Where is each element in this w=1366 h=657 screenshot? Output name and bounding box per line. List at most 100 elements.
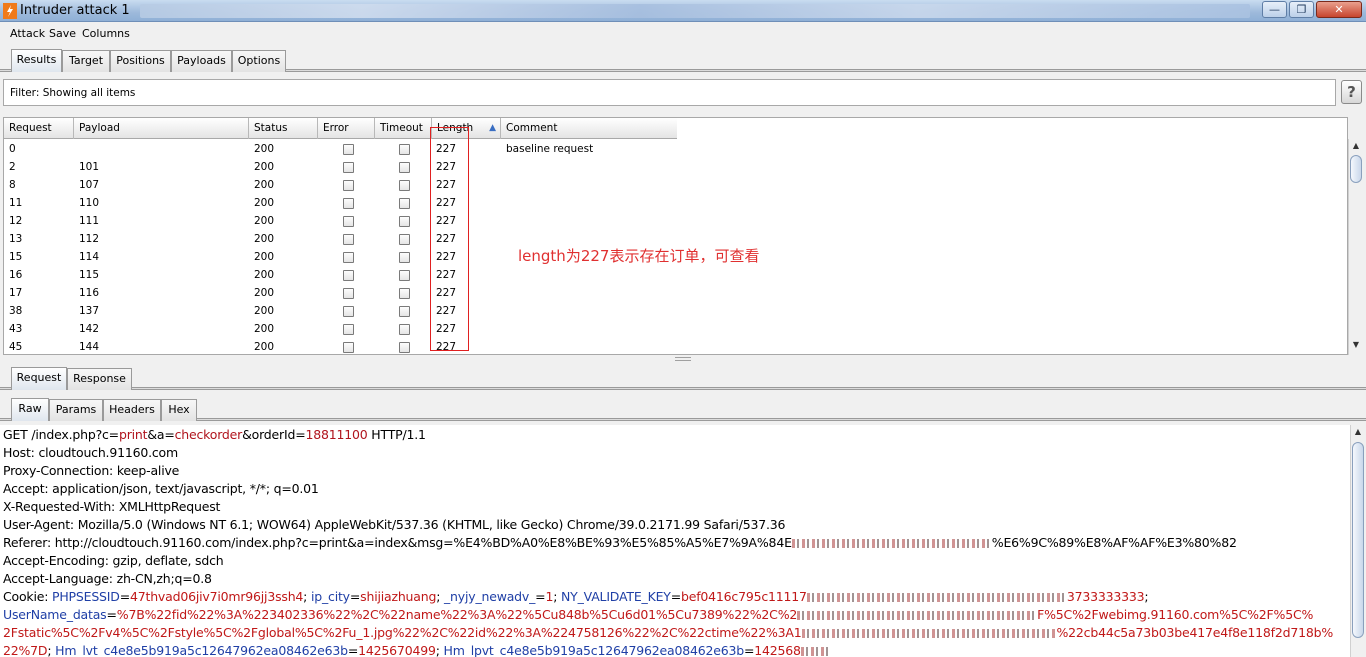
cell-request: 17 bbox=[9, 287, 23, 299]
timeout-checkbox bbox=[399, 252, 410, 263]
tab-payloads[interactable]: Payloads bbox=[171, 50, 232, 72]
error-checkbox bbox=[343, 234, 354, 245]
table-row[interactable]: 12 111 200 227 bbox=[4, 212, 677, 230]
cell-payload: 110 bbox=[79, 197, 100, 209]
table-row[interactable]: 8 107 200 227 bbox=[4, 176, 677, 194]
col-request[interactable]: Request bbox=[4, 118, 74, 139]
request-line: GET /index.php?c=print&a=checkorder&orde… bbox=[3, 427, 426, 442]
cell-length: 227 bbox=[436, 323, 457, 335]
scroll-down-icon[interactable]: ▼ bbox=[1350, 340, 1362, 353]
window-title: Intruder attack 1 bbox=[20, 3, 130, 18]
col-payload[interactable]: Payload bbox=[74, 118, 249, 139]
cell-payload: 144 bbox=[79, 341, 100, 353]
header-referer: Referer: http://cloudtouch.91160.com/ind… bbox=[3, 535, 1237, 550]
col-comment[interactable]: Comment bbox=[501, 118, 677, 139]
table-row[interactable]: 17 116 200 227 bbox=[4, 284, 677, 302]
tab-response[interactable]: Response bbox=[67, 368, 132, 390]
cell-payload: 107 bbox=[79, 179, 100, 191]
cell-status: 200 bbox=[254, 287, 275, 299]
help-button[interactable]: ? bbox=[1341, 80, 1362, 104]
cookie-continuation-3: 22%7D; Hm_lvt_c4e8e5b919a5c12647962ea084… bbox=[3, 643, 831, 657]
error-checkbox bbox=[343, 198, 354, 209]
scroll-up-icon[interactable]: ▲ bbox=[1352, 427, 1364, 440]
request-scrollbar[interactable]: ▲ bbox=[1350, 425, 1365, 657]
header-user-agent: User-Agent: Mozilla/5.0 (Windows NT 6.1;… bbox=[3, 517, 786, 532]
timeout-checkbox bbox=[399, 324, 410, 335]
redacted-area bbox=[791, 539, 992, 548]
redacted-area bbox=[797, 611, 1038, 620]
table-row[interactable]: 43 142 200 227 bbox=[4, 320, 677, 338]
col-error[interactable]: Error bbox=[318, 118, 375, 139]
cell-length: 227 bbox=[436, 197, 457, 209]
reqresp-tabs: Request Response bbox=[0, 366, 1366, 390]
cell-status: 200 bbox=[254, 215, 275, 227]
maximize-button[interactable]: ❐ bbox=[1289, 1, 1314, 18]
view-tabs: Raw Params Headers Hex bbox=[0, 397, 1366, 421]
cell-status: 200 bbox=[254, 305, 275, 317]
cell-length: 227 bbox=[436, 305, 457, 317]
minimize-button[interactable]: — bbox=[1262, 1, 1287, 18]
timeout-checkbox bbox=[399, 198, 410, 209]
tab-headers[interactable]: Headers bbox=[103, 399, 161, 421]
cell-payload: 112 bbox=[79, 233, 100, 245]
scroll-thumb[interactable] bbox=[1352, 442, 1364, 638]
tab-hex[interactable]: Hex bbox=[161, 399, 197, 421]
table-row[interactable]: 45 144 200 227 bbox=[4, 338, 677, 354]
tab-raw[interactable]: Raw bbox=[11, 398, 49, 421]
col-status[interactable]: Status bbox=[249, 118, 318, 139]
error-checkbox bbox=[343, 180, 354, 191]
main-tabs: Results Target Positions Payloads Option… bbox=[0, 48, 1366, 72]
redacted-area bbox=[800, 647, 831, 656]
error-checkbox bbox=[343, 324, 354, 335]
tab-request[interactable]: Request bbox=[11, 367, 67, 390]
close-button[interactable]: ✕ bbox=[1316, 1, 1362, 18]
burp-app-icon bbox=[3, 3, 17, 19]
menu-columns[interactable]: Columns bbox=[82, 27, 130, 40]
error-checkbox bbox=[343, 162, 354, 173]
table-row[interactable]: 0 200 227 baseline request bbox=[4, 140, 677, 158]
tab-options[interactable]: Options bbox=[232, 50, 286, 72]
table-header: Request Payload Status Error Timeout Len… bbox=[4, 118, 677, 139]
col-length[interactable]: Length ▲ bbox=[432, 118, 501, 139]
cell-status: 200 bbox=[254, 341, 275, 353]
table-scrollbar[interactable]: ▲ ▼ bbox=[1348, 139, 1363, 355]
cell-length: 227 bbox=[436, 179, 457, 191]
cell-length: 227 bbox=[436, 269, 457, 281]
scroll-thumb[interactable] bbox=[1350, 155, 1362, 183]
menu-attack[interactable]: Attack bbox=[10, 27, 45, 40]
table-row[interactable]: 16 115 200 227 bbox=[4, 266, 677, 284]
cell-length: 227 bbox=[436, 341, 457, 353]
error-checkbox bbox=[343, 306, 354, 317]
cell-status: 200 bbox=[254, 269, 275, 281]
sort-ascending-icon: ▲ bbox=[489, 123, 496, 133]
cell-status: 200 bbox=[254, 197, 275, 209]
table-row[interactable]: 38 137 200 227 bbox=[4, 302, 677, 320]
header-accept: Accept: application/json, text/javascrip… bbox=[3, 481, 319, 496]
cookie-continuation-1: UserName_datas=%7B%22fid%22%3A%223402336… bbox=[3, 607, 1314, 622]
tab-positions[interactable]: Positions bbox=[110, 50, 171, 72]
tab-params[interactable]: Params bbox=[49, 399, 103, 421]
timeout-checkbox bbox=[399, 234, 410, 245]
error-checkbox bbox=[343, 216, 354, 227]
filter-bar[interactable]: Filter: Showing all items bbox=[3, 79, 1336, 106]
tab-target[interactable]: Target bbox=[62, 50, 110, 72]
title-bar: Intruder attack 1 — ❐ ✕ bbox=[0, 0, 1366, 22]
table-row[interactable]: 2 101 200 227 bbox=[4, 158, 677, 176]
header-proxy-connection: Proxy-Connection: keep-alive bbox=[3, 463, 180, 478]
cell-length: 227 bbox=[436, 251, 457, 263]
cell-request: 11 bbox=[9, 197, 23, 209]
cell-status: 200 bbox=[254, 233, 275, 245]
scroll-up-icon[interactable]: ▲ bbox=[1350, 141, 1362, 154]
blurred-title-area bbox=[140, 4, 1250, 18]
timeout-checkbox bbox=[399, 270, 410, 281]
raw-request-editor[interactable]: GET /index.php?c=print&a=checkorder&orde… bbox=[0, 425, 1350, 657]
timeout-checkbox bbox=[399, 288, 410, 299]
pane-splitter[interactable] bbox=[675, 357, 691, 361]
menu-save[interactable]: Save bbox=[49, 27, 76, 40]
col-timeout[interactable]: Timeout bbox=[375, 118, 432, 139]
tab-results[interactable]: Results bbox=[11, 49, 62, 72]
timeout-checkbox bbox=[399, 342, 410, 353]
cell-payload: 115 bbox=[79, 269, 100, 281]
cell-request: 8 bbox=[9, 179, 16, 191]
table-row[interactable]: 11 110 200 227 bbox=[4, 194, 677, 212]
